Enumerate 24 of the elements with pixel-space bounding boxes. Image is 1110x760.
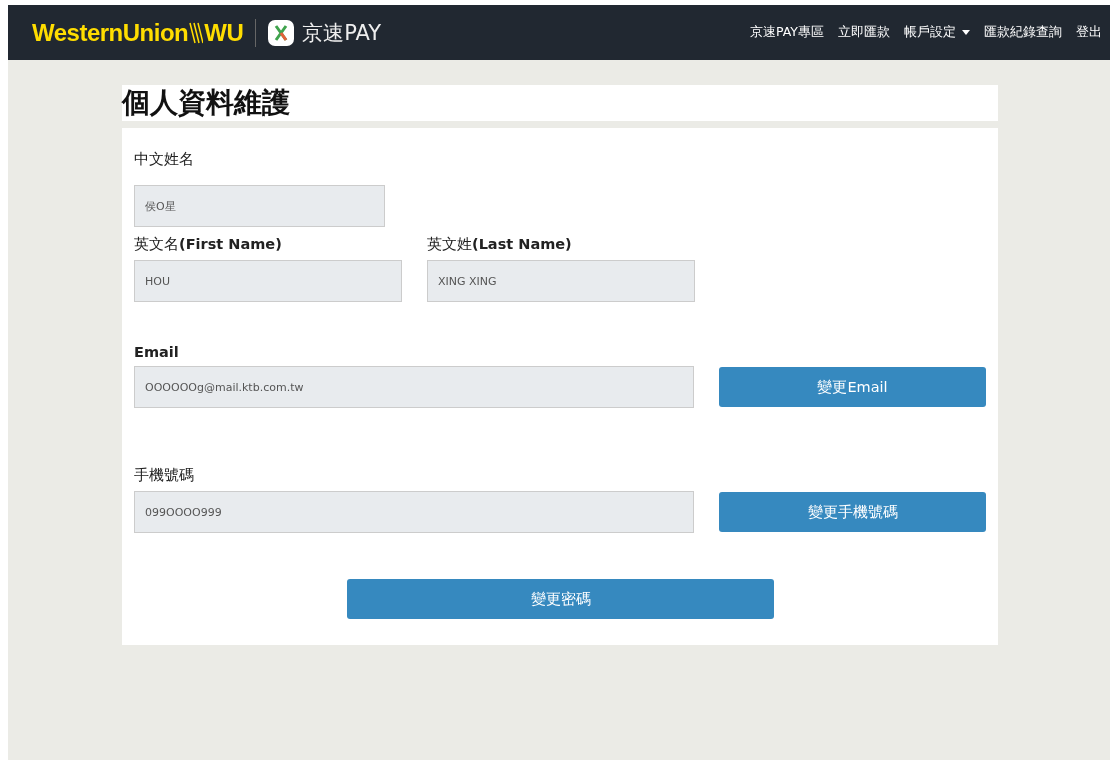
field-label: Email xyxy=(134,344,180,360)
page-title: 個人資料維護 xyxy=(122,85,290,121)
field-label: 英文姓(Last Name) xyxy=(427,235,573,254)
slash-icon xyxy=(189,21,204,44)
nav-link[interactable]: 立即匯款 xyxy=(838,24,890,41)
input-field[interactable]: OOOOOOg@mail.ktb.com.tw xyxy=(134,366,694,408)
nav-link[interactable]: 匯款紀錄查詢 xyxy=(984,24,1062,41)
change-email-button[interactable]: 變更Email xyxy=(719,367,986,407)
input-field[interactable]: 099OOOO999 xyxy=(134,491,694,533)
partner-name: 京速PAY xyxy=(302,19,382,47)
nav-link[interactable]: 帳戶設定 xyxy=(904,24,970,41)
partner-logo-icon xyxy=(268,19,295,46)
input-field[interactable]: XING XING xyxy=(427,260,695,302)
change-password-button[interactable]: 變更密碼 xyxy=(347,579,774,619)
caret-icon xyxy=(962,30,970,35)
nav-link[interactable]: 登出 xyxy=(1076,24,1102,41)
input-field[interactable]: HOU xyxy=(134,260,402,302)
field-label: 手機號碼 xyxy=(134,466,195,485)
brand-logo[interactable]: WesternUnion WU xyxy=(32,18,244,47)
field-label: 英文名(First Name) xyxy=(134,235,283,254)
nav-link[interactable]: 京速PAY專區 xyxy=(750,24,824,41)
change-mobile-button[interactable]: 變更手機號碼 xyxy=(719,492,986,532)
input-field[interactable]: 侯O星 xyxy=(134,185,385,227)
field-label: 中文姓名 xyxy=(134,150,195,169)
